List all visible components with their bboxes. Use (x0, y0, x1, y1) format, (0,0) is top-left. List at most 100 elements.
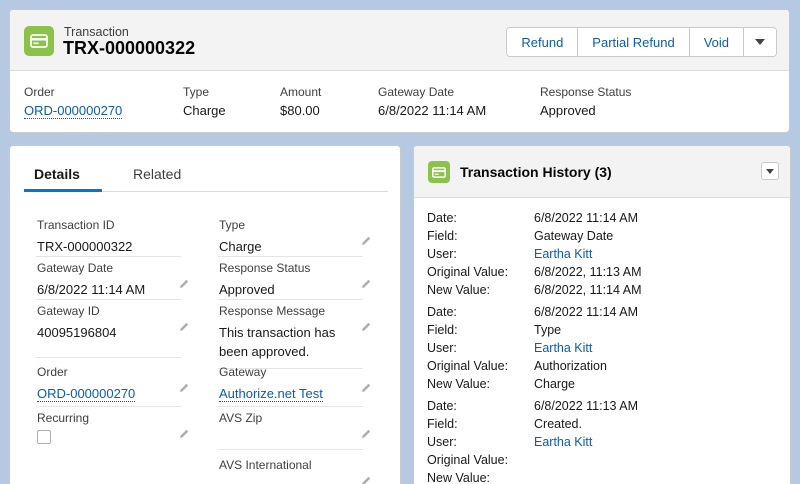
history-label: User: (427, 247, 457, 261)
divider (36, 406, 181, 407)
history-label: New Value: (427, 471, 490, 484)
highlight-label: Amount (280, 85, 322, 99)
response-message-line: been approved. (219, 344, 310, 359)
recurring-checkbox[interactable] (37, 430, 51, 444)
field-order: Order ORD-000000270 (36, 365, 189, 407)
record-title: TRX-000000322 (63, 38, 196, 58)
highlight-gateway-date: Gateway Date 6/8/2022 11:14 AM (378, 85, 486, 118)
chevron-down-icon (766, 168, 774, 174)
divider (218, 256, 363, 257)
card-icon (428, 161, 450, 183)
field-label: AVS International (219, 458, 312, 472)
field-value: TRX-000000322 (37, 239, 133, 254)
history-menu-button[interactable] (761, 162, 779, 180)
highlight-order: Order ORD-000000270 (24, 85, 123, 119)
field-gateway: Gateway Authorize.net Test (218, 365, 371, 407)
field-gateway-id: Gateway ID 40095196804 (36, 304, 189, 358)
field-transaction-id: Transaction ID TRX-000000322 (36, 218, 181, 257)
field-value: Charge (219, 239, 262, 254)
field-gateway-date: Gateway Date 6/8/2022 11:14 AM (36, 261, 189, 300)
highlight-value: Approved (540, 103, 596, 118)
history-label: Field: (427, 417, 458, 431)
gateway-link[interactable]: Authorize.net Test (219, 386, 323, 402)
tab-bar: Details Related (24, 156, 388, 192)
response-message-line: This transaction has (219, 325, 336, 340)
field-avs-zip: AVS Zip (218, 411, 371, 450)
edit-pencil-icon[interactable] (178, 428, 190, 440)
divider (218, 299, 363, 300)
order-link[interactable]: ORD-000000270 (24, 103, 123, 119)
history-header: Transaction History (3) (414, 146, 790, 198)
field-label: Response Message (219, 304, 326, 318)
edit-pencil-icon[interactable] (360, 235, 372, 247)
history-value: 6/8/2022 11:14 AM (534, 305, 639, 319)
user-link[interactable]: Eartha Kitt (534, 247, 592, 261)
history-value: 6/8/2022 11:14 AM (534, 211, 639, 225)
highlight-label: Response Status (540, 85, 632, 99)
edit-pencil-icon[interactable] (360, 278, 372, 290)
field-label: AVS Zip (219, 411, 263, 425)
field-label: Gateway (219, 365, 267, 379)
details-panel: Details Related Transaction ID TRX-00000… (9, 145, 401, 484)
highlight-label: Gateway Date (378, 85, 455, 99)
history-label: User: (427, 341, 457, 355)
field-label: Gateway Date (37, 261, 114, 275)
highlights-panel: Order ORD-000000270 Type Charge Amount $… (10, 71, 789, 132)
divider (218, 406, 363, 407)
tab-details[interactable]: Details (34, 166, 80, 182)
field-label: Response Status (219, 261, 311, 275)
edit-pencil-icon[interactable] (360, 428, 372, 440)
history-value: 6/8/2022, 11:13 AM (534, 265, 642, 279)
highlight-label: Type (183, 85, 210, 99)
edit-pencil-icon[interactable] (360, 475, 372, 484)
history-value: Authorization (534, 359, 607, 373)
field-label: Type (219, 218, 246, 232)
tab-related[interactable]: Related (133, 166, 181, 182)
history-label: Date: (427, 211, 457, 225)
field-response-message: Response Message This transaction has be… (218, 304, 371, 369)
field-label: Gateway ID (37, 304, 100, 318)
highlight-value: 6/8/2022 11:14 AM (378, 103, 487, 118)
transaction-history-panel: Transaction History (3) Date: 6/8/2022 1… (413, 145, 791, 484)
history-title: Transaction History (3) (460, 164, 612, 180)
edit-pencil-icon[interactable] (360, 321, 372, 333)
field-recurring: Recurring (37, 411, 189, 444)
history-value: Charge (534, 377, 575, 391)
edit-pencil-icon[interactable] (178, 278, 190, 290)
partial-refund-button[interactable]: Partial Refund (578, 28, 690, 56)
edit-pencil-icon[interactable] (360, 382, 372, 394)
highlight-amount: Amount $80.00 (280, 85, 321, 118)
divider (36, 299, 181, 300)
divider (36, 256, 181, 257)
field-value: Approved (219, 282, 275, 297)
highlight-value: Charge (183, 103, 226, 118)
edit-pencil-icon[interactable] (178, 382, 190, 394)
void-button[interactable]: Void (689, 28, 744, 56)
highlight-response-status: Response Status Approved (540, 85, 631, 118)
divider (218, 449, 363, 450)
card-icon (24, 26, 54, 56)
more-actions-button[interactable] (744, 28, 776, 56)
field-avs-international: AVS International (219, 458, 371, 484)
history-value: 6/8/2022, 11:14 AM (534, 283, 642, 297)
highlight-label: Order (24, 85, 55, 99)
history-label: Field: (427, 323, 458, 337)
order-link[interactable]: ORD-000000270 (37, 386, 136, 402)
history-label: Field: (427, 229, 458, 243)
user-link[interactable]: Eartha Kitt (534, 341, 592, 355)
action-button-group: Refund Partial Refund Void (506, 27, 777, 57)
history-label: Date: (427, 305, 457, 319)
field-value: 6/8/2022 11:14 AM (37, 282, 146, 297)
field-label: Transaction ID (37, 218, 115, 232)
user-link[interactable]: Eartha Kitt (534, 435, 592, 449)
history-label: Original Value: (427, 265, 509, 279)
active-tab-indicator (24, 189, 102, 192)
highlight-value: $80.00 (280, 103, 320, 118)
record-header: Transaction TRX-000000322 Refund Partial… (9, 9, 790, 133)
highlight-type: Type Charge (183, 85, 226, 118)
field-response-status: Response Status Approved (218, 261, 371, 300)
refund-button[interactable]: Refund (507, 28, 579, 56)
object-label: Transaction (64, 25, 129, 39)
history-value: Created. (534, 417, 582, 431)
edit-pencil-icon[interactable] (178, 321, 190, 333)
